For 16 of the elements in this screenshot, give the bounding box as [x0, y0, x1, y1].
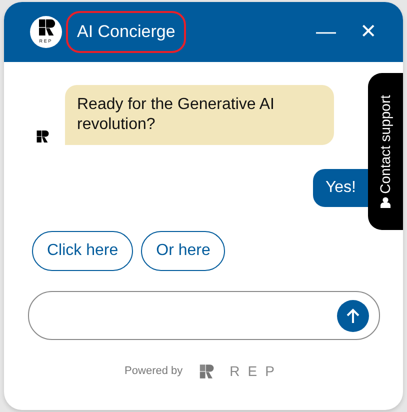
minimize-button[interactable]: — — [312, 22, 340, 42]
user-message: Yes! — [313, 169, 368, 207]
message-input[interactable] — [28, 291, 380, 340]
bot-message: Ready for the Generative AI revolution? — [65, 85, 334, 145]
avatar-icon — [36, 130, 49, 143]
brand-name: REP — [230, 362, 282, 381]
window-title: AI Concierge — [66, 11, 186, 53]
arrow-up-icon — [344, 306, 362, 324]
quick-reply-button[interactable]: Click here — [32, 231, 134, 271]
logo-icon — [198, 364, 214, 379]
send-button[interactable] — [337, 300, 369, 332]
person-icon — [380, 197, 391, 208]
quick-reply-button[interactable]: Or here — [141, 231, 226, 271]
powered-by-text: Powered by — [124, 364, 183, 380]
contact-support-tab[interactable]: Contact support — [368, 73, 403, 230]
close-button[interactable]: ✕ — [356, 22, 381, 42]
